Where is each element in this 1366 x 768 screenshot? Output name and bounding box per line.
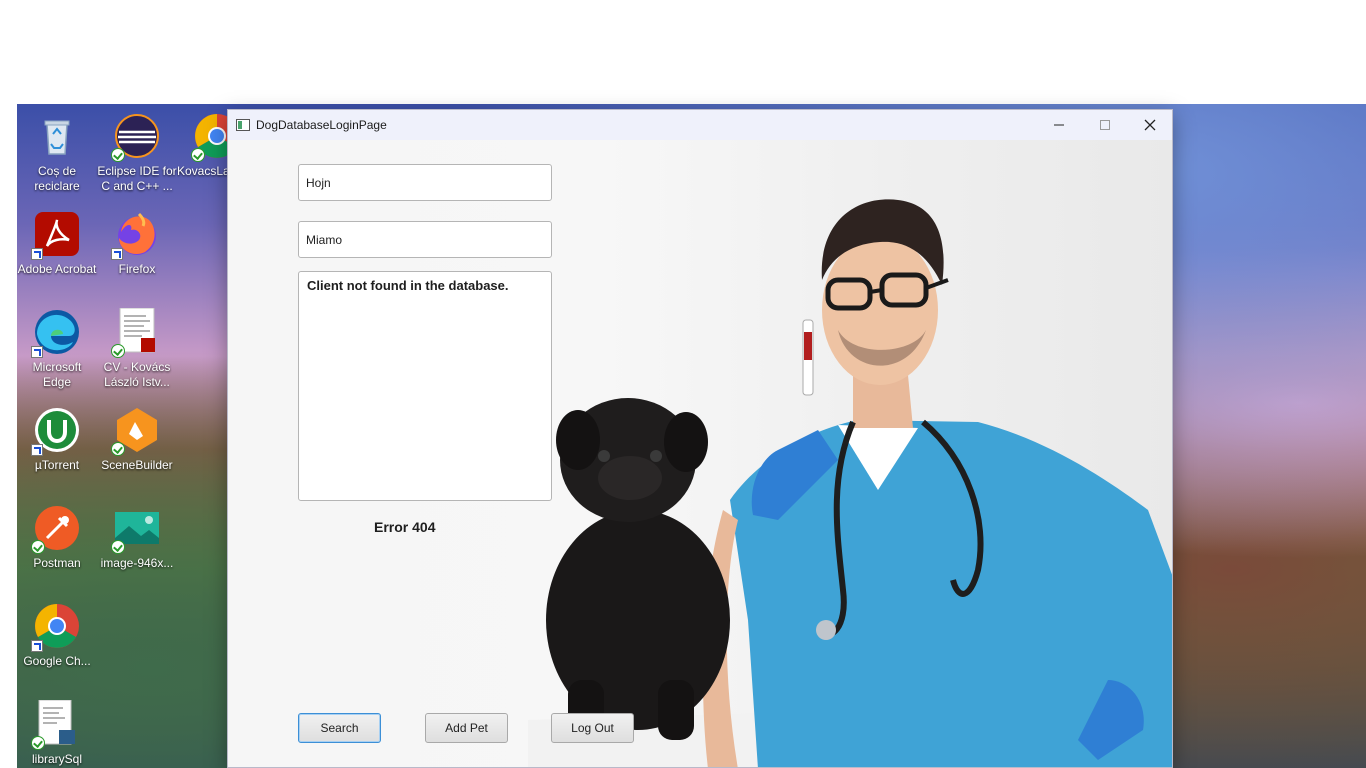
log-out-button[interactable]: Log Out (551, 713, 634, 743)
shortcut-arrow-icon (31, 444, 43, 456)
desktop-icon-label: librarySql (31, 752, 82, 766)
chrome-icon (191, 112, 227, 162)
desktop-icon-label: Adobe Acrobat (17, 262, 97, 276)
postman-icon (31, 504, 81, 554)
desktop-icon-firefox[interactable]: Firefox (97, 210, 177, 277)
desktop-icon-label: image-946x... (100, 556, 174, 570)
window-content: Client not found in the database. Error … (228, 140, 1172, 767)
close-icon (1144, 119, 1156, 131)
app-window-icon (236, 119, 250, 131)
desktop-icon-google-chrome[interactable]: Google Ch... (17, 602, 97, 669)
pdf-document-icon (111, 307, 161, 358)
desktop-icon-label: Microsoft Edge (32, 360, 82, 389)
result-text-area[interactable]: Client not found in the database. (298, 271, 552, 501)
sync-check-icon (31, 736, 45, 750)
desktop-icon-scenebuilder[interactable]: SceneBuilder (97, 406, 177, 473)
window-title: DogDatabaseLoginPage (256, 118, 387, 132)
desktop-icon-label: Coș de reciclare (34, 164, 80, 193)
sync-check-icon (31, 540, 45, 554)
sync-check-icon (111, 540, 125, 554)
pet-name-input[interactable] (298, 221, 552, 258)
desktop-icon-eclipse[interactable]: Eclipse IDE for C and C++ ... (97, 112, 177, 194)
desktop-icon-label: µTorrent (34, 458, 80, 472)
desktop-icon-adobe-acrobat[interactable]: Adobe Acrobat (17, 210, 97, 277)
close-button[interactable] (1127, 110, 1172, 140)
image-file-icon (111, 504, 161, 554)
desktop-icon-label: Eclipse IDE for C and C++ ... (97, 164, 177, 193)
desktop-icon-cv-pdf[interactable]: CV - Kovács László Istv... (97, 307, 177, 390)
shortcut-arrow-icon (31, 640, 43, 652)
desktop-icon-label: Postman (33, 556, 81, 570)
desktop-icon-label: Firefox (118, 262, 156, 276)
minimize-icon (1054, 124, 1064, 126)
desktop-icon-label: KovacsLa (177, 164, 227, 178)
title-bar[interactable]: DogDatabaseLoginPage (228, 110, 1172, 140)
search-button[interactable]: Search (298, 713, 381, 743)
chrome-icon (31, 602, 81, 652)
shortcut-arrow-icon (31, 346, 43, 358)
desktop-icon-microsoft-edge[interactable]: Microsoft Edge (17, 308, 97, 390)
error-label: Error 404 (374, 519, 436, 535)
edge-icon (31, 308, 81, 358)
desktop-icon-image-file[interactable]: image-946x... (97, 504, 177, 571)
acrobat-icon (31, 210, 81, 260)
maximize-icon (1100, 120, 1110, 130)
utorrent-icon (31, 406, 81, 456)
shortcut-arrow-icon (31, 248, 43, 260)
minimize-button[interactable] (1036, 110, 1082, 140)
shortcut-arrow-icon (111, 248, 123, 260)
sql-file-icon (31, 699, 81, 750)
desktop-icon-postman[interactable]: Postman (17, 504, 97, 571)
sync-check-icon (111, 344, 125, 358)
result-message: Client not found in the database. (307, 278, 509, 293)
firefox-icon (111, 210, 161, 260)
desktop-icon-label: CV - Kovács László Istv... (103, 360, 171, 389)
sync-check-icon (111, 442, 125, 456)
scenebuilder-icon (111, 406, 161, 456)
app-window: DogDatabaseLoginPage Hojn Miamo Client n… (227, 109, 1173, 768)
maximize-button[interactable] (1082, 110, 1128, 140)
vet-and-dog-photo (528, 199, 1172, 767)
sync-check-icon (191, 148, 205, 162)
desktop-icon-library-sql[interactable]: librarySql (17, 699, 97, 767)
eclipse-icon (111, 112, 161, 162)
client-name-input[interactable] (298, 164, 552, 201)
sync-check-icon (111, 148, 125, 162)
desktop-icon-recycle-bin[interactable]: Coș de reciclare (17, 112, 97, 194)
recycle-bin-icon (33, 112, 81, 160)
desktop-icon-label: Google Ch... (23, 654, 91, 668)
add-pet-button[interactable]: Add Pet (425, 713, 508, 743)
desktop-icon-kovacsla[interactable]: KovacsLa (177, 112, 227, 179)
desktop-icon-utorrent[interactable]: µTorrent (17, 406, 97, 473)
desktop-icon-label: SceneBuilder (101, 458, 173, 472)
